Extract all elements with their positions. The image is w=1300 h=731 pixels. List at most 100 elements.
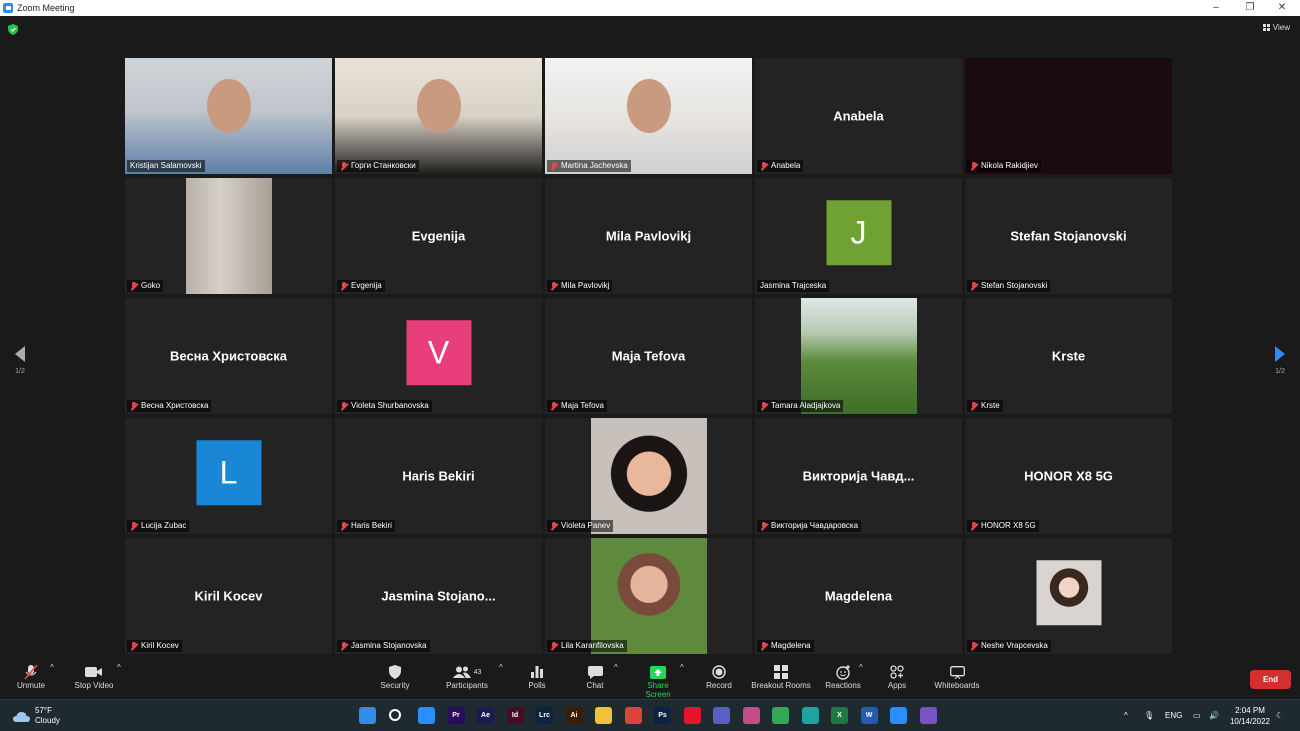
file-explorer-icon[interactable] <box>595 707 612 724</box>
participant-tile[interactable]: Stefan Stojanovski Stefan Stojanovski <box>965 178 1172 294</box>
participant-tile[interactable]: Violeta Panev <box>545 418 752 534</box>
mic-muted-icon <box>130 401 138 411</box>
participant-tile[interactable]: Горги Станковски <box>335 58 542 174</box>
participant-name: Kristijan Salamovski <box>130 161 202 170</box>
photoshop-icon[interactable]: Ps <box>654 707 671 724</box>
participant-tile[interactable]: V Violeta Shurbanovska <box>335 298 542 414</box>
participant-name-label: Anabela <box>757 160 804 172</box>
clock-date: 10/14/2022 <box>1229 717 1270 726</box>
participant-name-label: HONOR X8 5G <box>967 520 1039 532</box>
participant-tile[interactable]: Jasmina Stojano... Jasmina Stojanovska <box>335 538 542 654</box>
reactions-options-caret[interactable]: ^ <box>859 663 863 672</box>
participant-tile[interactable]: Martina Jachevska <box>545 58 752 174</box>
stop-video-button[interactable]: Stop Video <box>72 663 116 690</box>
audio-options-caret[interactable]: ^ <box>50 663 54 672</box>
avatar: L <box>196 440 261 506</box>
minimize-icon[interactable]: – <box>1202 0 1230 16</box>
participant-name-label: Lucija Zubac <box>127 520 190 532</box>
participant-tile[interactable]: HONOR X8 5G HONOR X8 5G <box>965 418 1172 534</box>
view-button[interactable]: View <box>1262 23 1290 32</box>
participant-tile[interactable]: Весна Христовска Весна Христовска <box>125 298 332 414</box>
avatar: V <box>406 320 471 386</box>
viber-icon[interactable] <box>919 707 937 724</box>
unmute-button[interactable]: Unmute <box>14 663 48 690</box>
participant-name-label: Викторија Чавдаровска <box>757 520 862 532</box>
encryption-shield-icon[interactable] <box>8 24 18 35</box>
mic-muted-icon <box>130 281 138 291</box>
system-clock[interactable]: 2:04 PM 10/14/2022 <box>1230 705 1270 727</box>
mic-muted-icon <box>970 161 978 171</box>
participant-name: Весна Христовска <box>141 401 209 410</box>
participant-tile[interactable]: Goko <box>125 178 332 294</box>
zoom-app-icon[interactable] <box>890 707 907 724</box>
chrome-icon[interactable] <box>624 707 642 724</box>
video-options-caret[interactable]: ^ <box>117 663 121 672</box>
mic-muted-icon <box>970 281 978 291</box>
chat-button[interactable]: Chat <box>582 663 608 690</box>
participants-button[interactable]: 43 Participants <box>444 663 490 690</box>
windows-start-icon[interactable] <box>359 707 376 724</box>
word-icon[interactable]: W <box>860 707 878 724</box>
after-effects-icon[interactable]: Ae <box>477 707 494 724</box>
participant-tile[interactable]: J Jasmina Trajceska <box>755 178 962 294</box>
participants-options-caret[interactable]: ^ <box>499 663 503 672</box>
indesign-icon[interactable]: Id <box>506 707 524 724</box>
microphone-icon[interactable]: 🎙 <box>1144 711 1154 720</box>
lightroom-classic-icon[interactable]: Lrc <box>536 707 553 724</box>
participant-tile[interactable]: Neshe Vrapcevska <box>965 538 1172 654</box>
participant-name-label: Haris Bekiri <box>337 520 395 532</box>
share-options-caret[interactable]: ^ <box>680 663 684 672</box>
zoom-app-icon[interactable] <box>418 707 435 724</box>
participant-figure <box>416 78 461 133</box>
participant-display-name: Mila Pavlovikj <box>605 228 692 244</box>
participant-tile[interactable]: Magdelena Magdelena <box>755 538 962 654</box>
share-screen-button[interactable]: Share Screen <box>634 663 682 699</box>
reactions-button[interactable]: Reactions <box>824 663 862 690</box>
apps-button[interactable]: Apps <box>884 663 910 690</box>
participant-tile[interactable]: Викторија Чавд... Викторија Чавдаровска <box>755 418 962 534</box>
participant-tile[interactable]: Krste Krste <box>965 298 1172 414</box>
weather-widget[interactable]: 57°F Cloudy <box>13 706 60 726</box>
prev-page-button[interactable]: 1/2 <box>10 346 30 375</box>
photos-icon[interactable] <box>742 707 760 724</box>
search-icon[interactable] <box>388 709 401 721</box>
participant-tile[interactable]: Kristijan Salamovski <box>125 58 332 174</box>
volume-icon[interactable]: 🔊 <box>1209 711 1219 720</box>
participant-name: Горги Станковски <box>351 161 416 170</box>
tray-overflow-icon[interactable]: ^ <box>1124 711 1128 720</box>
participant-tile[interactable]: L Lucija Zubac <box>125 418 332 534</box>
opera-icon[interactable] <box>683 707 701 724</box>
participant-name-label: Lila Karanfilovska <box>547 640 627 652</box>
participant-tile[interactable]: Evgenija Evgenija <box>335 178 542 294</box>
window-titlebar: Zoom Meeting – ❐ ✕ <box>0 0 1300 16</box>
chat-options-caret[interactable]: ^ <box>614 663 618 672</box>
participant-tile[interactable]: Tamara Aladjajkova <box>755 298 962 414</box>
maximize-icon[interactable]: ❐ <box>1236 0 1264 16</box>
whiteboards-button[interactable]: Whiteboards <box>932 663 982 690</box>
display-icon[interactable]: ▭ <box>1193 711 1201 720</box>
polls-button[interactable]: Polls <box>524 663 550 690</box>
teams-icon[interactable] <box>713 707 730 724</box>
security-button[interactable]: Security <box>378 663 412 690</box>
participant-tile[interactable]: Mila Pavlovikj Mila Pavlovikj <box>545 178 752 294</box>
close-icon[interactable]: ✕ <box>1268 0 1296 16</box>
record-button[interactable]: Record <box>704 663 734 690</box>
next-page-button[interactable]: 1/2 <box>1270 346 1290 375</box>
participant-display-name: Викторија Чавд... <box>802 468 915 484</box>
breakout-rooms-button[interactable]: Breakout Rooms <box>750 663 812 690</box>
participant-tile[interactable]: Haris Bekiri Haris Bekiri <box>335 418 542 534</box>
excel-icon[interactable]: X <box>831 707 848 724</box>
edge-icon[interactable] <box>801 707 819 724</box>
end-meeting-button[interactable]: End <box>1250 670 1291 689</box>
language-indicator[interactable]: ENG <box>1165 711 1182 720</box>
participant-tile[interactable]: Lila Karanfilovska <box>545 538 752 654</box>
illustrator-icon[interactable]: Ai <box>565 707 583 724</box>
premiere-icon[interactable]: Pr <box>447 707 465 724</box>
participant-tile[interactable]: Nikola Rakidjiev <box>965 58 1172 174</box>
participant-tile[interactable]: Kiril Kocev Kiril Kocev <box>125 538 332 654</box>
participant-tile[interactable]: Maja Tefova Maja Tefova <box>545 298 752 414</box>
chrome-profile-icon[interactable] <box>772 707 789 724</box>
mic-muted-icon <box>130 521 138 531</box>
do-not-disturb-icon[interactable]: ☾ <box>1276 711 1283 720</box>
participant-tile[interactable]: Anabela Anabela <box>755 58 962 174</box>
